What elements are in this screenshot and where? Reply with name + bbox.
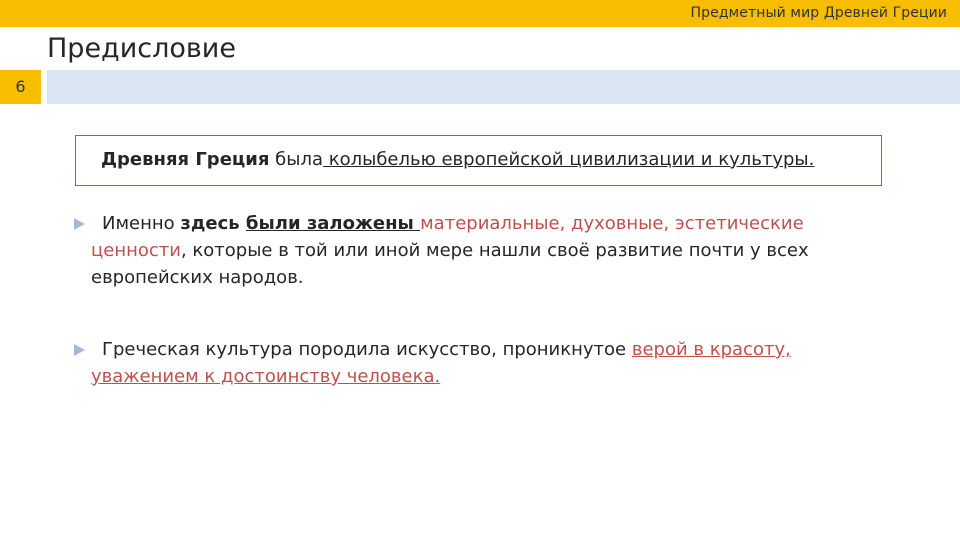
- bullet-1-red: материальные, духовные, эстетические: [420, 213, 804, 234]
- quote-text: Древняя Греция была колыбелью европейско…: [101, 149, 814, 170]
- slide-number: 6: [15, 77, 26, 96]
- bullet-1-rest: , которые в той или иной мере нашли своё…: [91, 240, 809, 288]
- bullet-1-bold-underlined: были заложены: [245, 213, 421, 234]
- bullet-item-1: Именно здесь были заложены материальные,…: [74, 210, 871, 291]
- presentation-title: Предметный мир Древней Греции: [690, 5, 947, 21]
- slide-number-box: 6: [0, 70, 41, 104]
- bullet-1-text: Именно: [102, 213, 181, 234]
- quote-bold: Древняя Греция: [101, 149, 270, 170]
- bullet-1-bold: здесь: [180, 213, 246, 234]
- bullet-arrow-icon: [74, 218, 85, 230]
- title-band: [47, 70, 960, 104]
- bullet-2-text: Греческая культура породила искусство, п…: [102, 339, 632, 360]
- bullet-2-red-underlined-2: уважением к достоинству человека.: [91, 366, 441, 387]
- quote-underlined: колыбелью европейской цивилизации и куль…: [323, 149, 815, 170]
- slide-title: Предисловие: [47, 33, 236, 64]
- bullet-1-red-2: ценности: [91, 240, 181, 261]
- bullet-2-red-underlined: верой в красоту,: [631, 339, 791, 360]
- quote-plain: была: [269, 149, 323, 170]
- quote-box: Древняя Греция была колыбелью европейско…: [75, 135, 882, 186]
- header-bar: Предметный мир Древней Греции: [0, 0, 960, 27]
- bullet-arrow-icon: [74, 344, 85, 356]
- bullet-item-2: Греческая культура породила искусство, п…: [74, 336, 871, 390]
